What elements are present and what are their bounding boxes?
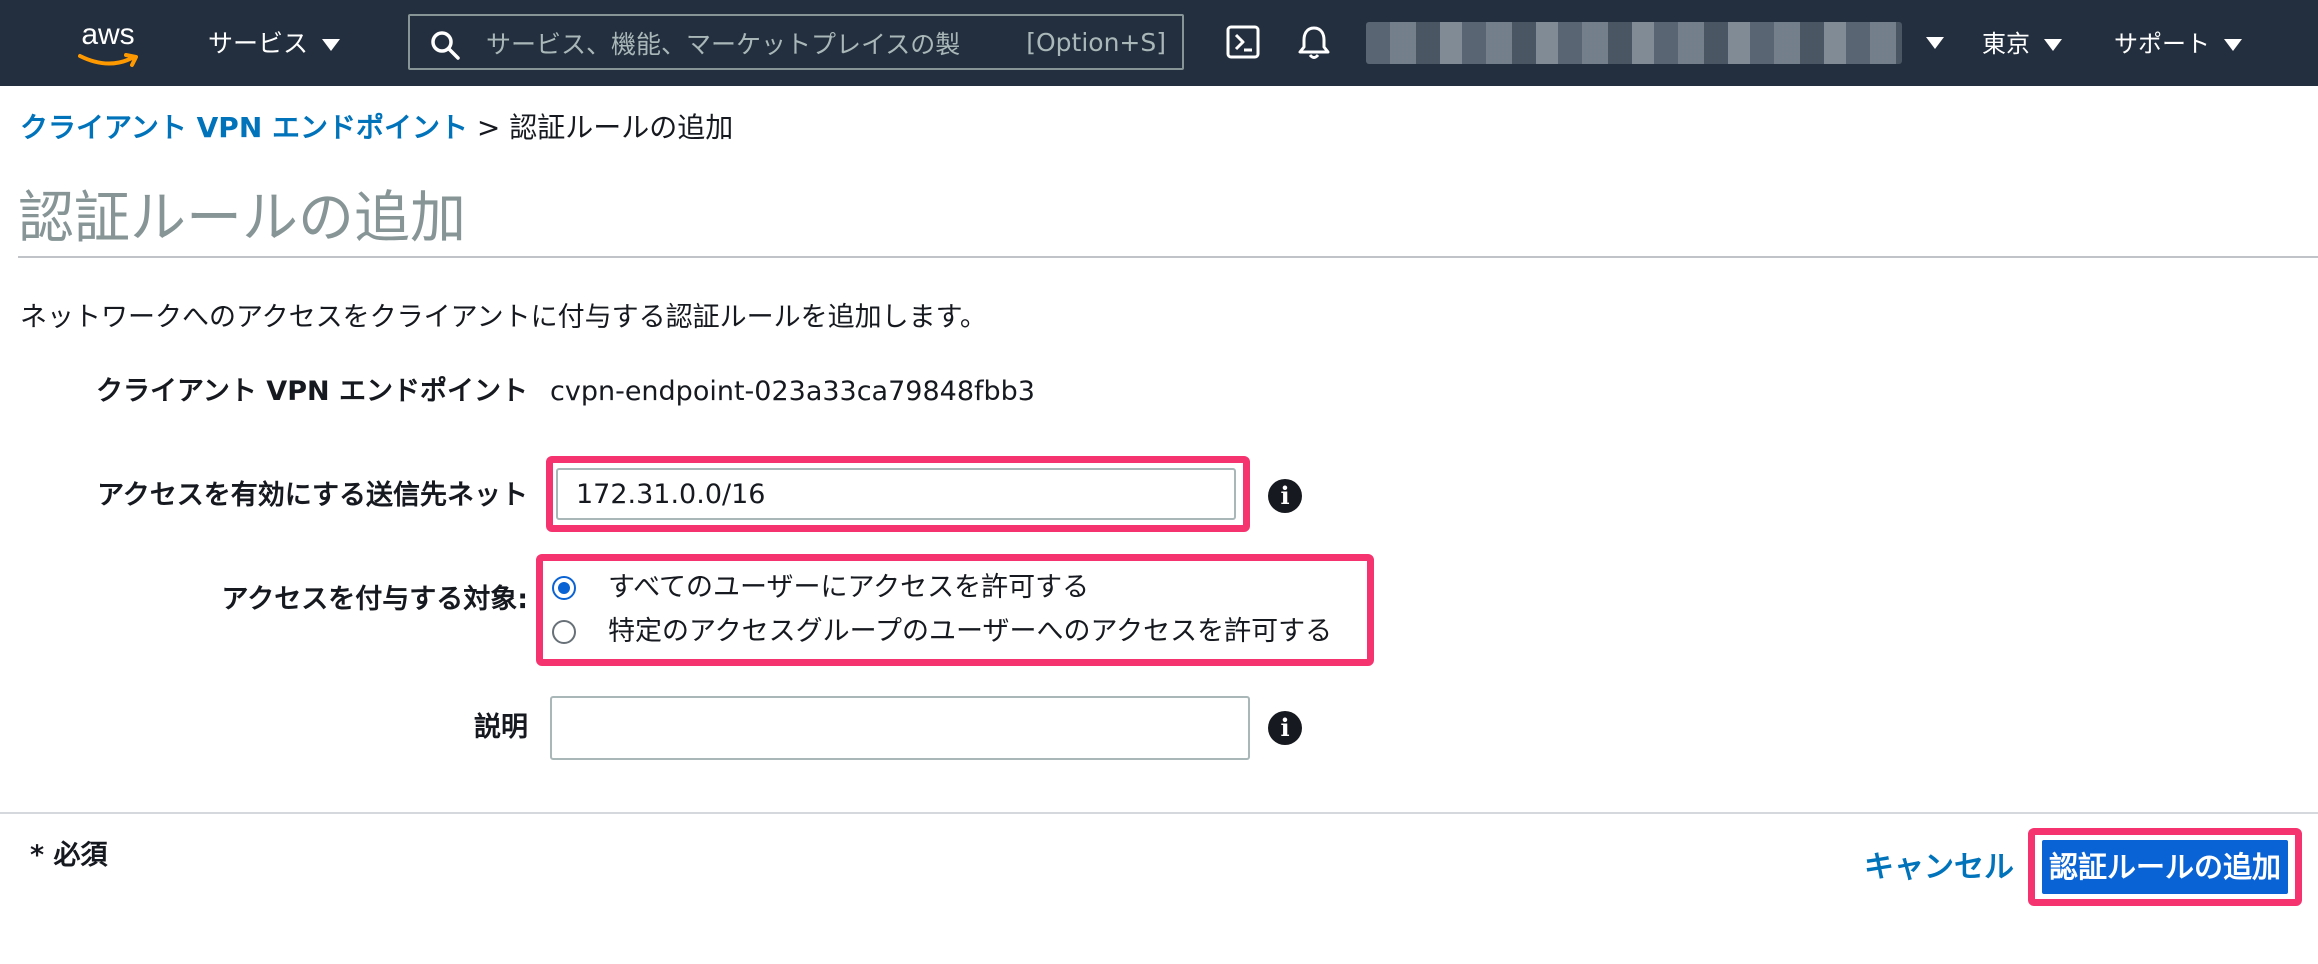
footer-divider: [0, 812, 2318, 814]
breadcrumb-separator: >: [476, 111, 501, 144]
region-label: 東京: [1982, 30, 2030, 58]
description-label: 説明: [474, 712, 528, 743]
breadcrumb: クライアント VPN エンドポイント > 認証ルールの追加: [20, 108, 733, 148]
search-icon: [431, 31, 460, 60]
grant-access-label: アクセスを付与する対象:: [221, 584, 528, 615]
page-title: 認証ルールの追加: [18, 186, 466, 251]
caret-down-icon: [2224, 39, 2242, 51]
caret-down-icon[interactable]: [1926, 37, 1944, 49]
page-description: ネットワークへのアクセスをクライアントに付与する認証ルールを追加します。: [20, 302, 987, 333]
caret-down-icon: [322, 39, 341, 51]
info-icon[interactable]: i: [1268, 711, 1302, 745]
aws-logo[interactable]: aws: [72, 18, 144, 70]
region-selector[interactable]: 東京: [1982, 24, 2062, 64]
aws-smile-icon: [78, 53, 138, 67]
radio-all-users-label: すべてのユーザーにアクセスを許可する: [608, 572, 1090, 603]
info-icon[interactable]: i: [1268, 479, 1302, 513]
aws-logo-text: aws: [81, 18, 135, 51]
account-menu-redacted[interactable]: [1366, 22, 1902, 64]
endpoint-value: cvpn-endpoint-023a33ca79848fbb3: [550, 376, 1035, 407]
destination-network-input[interactable]: [556, 468, 1236, 520]
services-menu-label: サービス: [208, 29, 309, 58]
services-menu[interactable]: サービス: [208, 24, 341, 64]
title-divider: [18, 256, 2318, 258]
bell-icon[interactable]: [1294, 22, 1334, 62]
endpoint-label: クライアント VPN エンドポイント: [95, 376, 528, 407]
radio-button-checked[interactable]: [552, 576, 576, 600]
breadcrumb-current: 認証ルールの追加: [509, 111, 734, 144]
radio-specific-group[interactable]: 特定のアクセスグループのユーザーへのアクセスを許可する: [552, 612, 1332, 652]
support-menu[interactable]: サポート: [2114, 24, 2242, 64]
top-navigation-bar: aws サービス [Option+S] 東京 サポート: [0, 0, 2318, 86]
add-authorization-rule-button[interactable]: 認証ルールの追加: [2042, 840, 2288, 894]
caret-down-icon: [2044, 39, 2062, 51]
radio-all-users[interactable]: すべてのユーザーにアクセスを許可する: [552, 568, 1089, 608]
destination-network-label: アクセスを有効にする送信先ネット: [97, 480, 528, 511]
description-input[interactable]: [550, 696, 1250, 760]
support-label: サポート: [2114, 30, 2210, 58]
required-note: * 必須: [30, 840, 108, 871]
cancel-button[interactable]: キャンセル: [1864, 848, 2014, 888]
radio-button-unchecked[interactable]: [552, 620, 576, 644]
breadcrumb-link-client-vpn-endpoints[interactable]: クライアント VPN エンドポイント: [20, 111, 468, 144]
cloudshell-icon[interactable]: [1224, 22, 1264, 62]
search-shortcut-hint: [Option+S]: [1026, 28, 1166, 57]
radio-specific-group-label: 特定のアクセスグループのユーザーへのアクセスを許可する: [608, 616, 1333, 647]
global-search[interactable]: [Option+S]: [408, 14, 1184, 70]
